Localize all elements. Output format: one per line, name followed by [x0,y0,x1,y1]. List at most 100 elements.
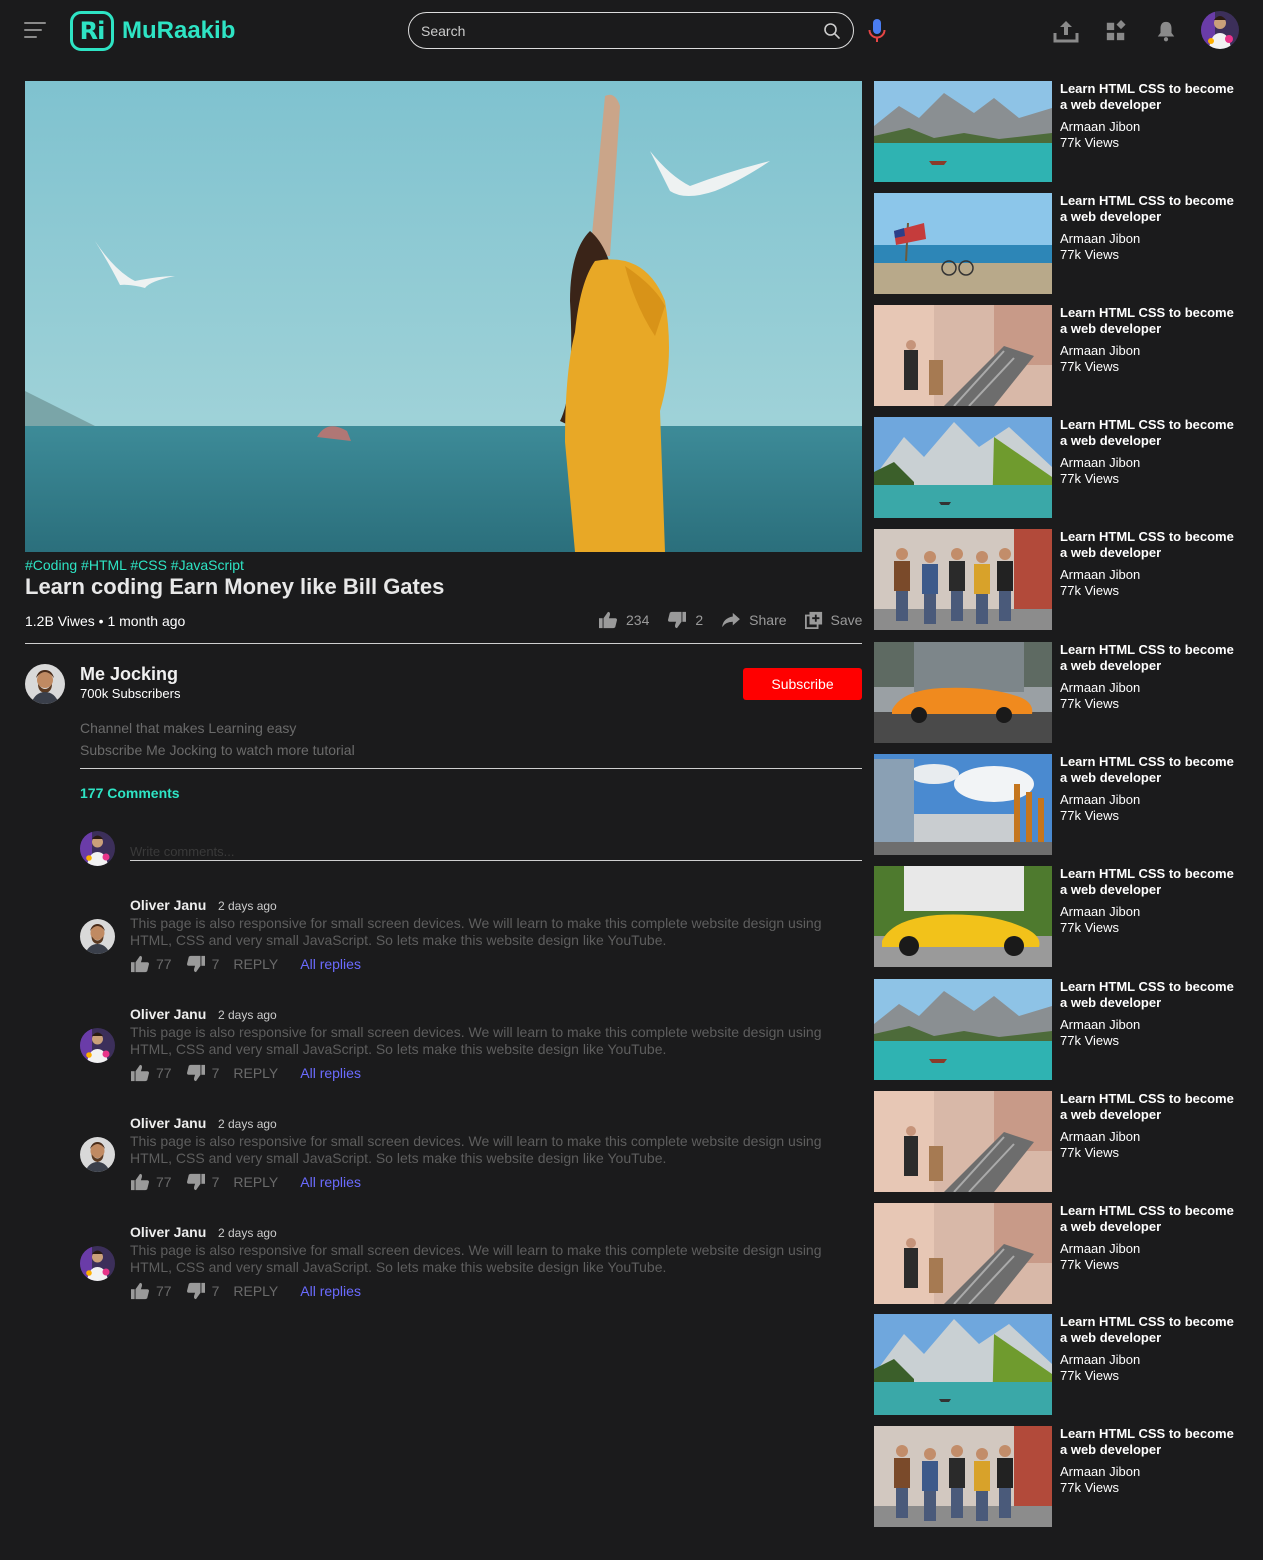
video-player[interactable] [25,81,862,552]
side-video-item[interactable]: Learn HTML CSS to become a web developer… [874,305,1244,406]
comment: Oliver Janu 2 days ago This page is also… [80,1115,862,1215]
comment-like-count: 77 [156,1174,172,1190]
video-thumbnail[interactable] [874,193,1052,294]
side-video-item[interactable]: Learn HTML CSS to become a web developer… [874,193,1244,294]
side-video-item[interactable]: Learn HTML CSS to become a web developer… [874,1091,1244,1192]
comment: Oliver Janu 2 days ago This page is also… [80,897,862,997]
video-thumbnail[interactable] [874,529,1052,630]
side-video-channel: Armaan Jibon [1060,455,1141,470]
share-button[interactable]: Share [721,612,787,628]
video-thumbnail[interactable] [874,754,1052,855]
side-video-title[interactable]: Learn HTML CSS to become a web developer [1060,754,1244,786]
video-thumbnail[interactable] [874,1426,1052,1527]
apps-icon[interactable] [1100,15,1132,47]
side-video-channel: Armaan Jibon [1060,1464,1141,1479]
channel-avatar[interactable] [25,664,65,704]
comment-author[interactable]: Oliver Janu [130,1115,206,1131]
dislike-button[interactable]: 2 [667,611,703,629]
reply-button[interactable]: REPLY [233,956,278,972]
all-replies-link[interactable]: All replies [300,956,361,972]
comment-actions: 77 7 REPLY All replies [130,1064,361,1082]
comment-text: This page is also responsive for small s… [130,915,822,948]
video-thumbnail[interactable] [874,866,1052,967]
tag-link[interactable]: #HTML [81,557,126,573]
side-video-title[interactable]: Learn HTML CSS to become a web developer [1060,193,1244,225]
tag-link[interactable]: #Coding [25,557,77,573]
comment-dislike-button[interactable]: 7 [186,1282,219,1300]
all-replies-link[interactable]: All replies [300,1174,361,1190]
side-video-item[interactable]: Learn HTML CSS to become a web developer… [874,979,1244,1080]
side-video-title[interactable]: Learn HTML CSS to become a web developer [1060,1426,1244,1458]
side-video-item[interactable]: Learn HTML CSS to become a web developer… [874,529,1244,630]
tag-link[interactable]: #JavaScript [171,557,244,573]
reply-button[interactable]: REPLY [233,1283,278,1299]
side-video-title[interactable]: Learn HTML CSS to become a web developer [1060,81,1244,113]
video-thumbnail[interactable] [874,1314,1052,1415]
video-thumbnail[interactable] [874,81,1052,182]
dislike-count: 2 [695,612,704,628]
comment-author[interactable]: Oliver Janu [130,1224,206,1240]
comment-input[interactable] [130,843,862,861]
commenter-avatar[interactable] [80,1028,115,1063]
all-replies-link[interactable]: All replies [300,1283,361,1299]
side-video-title[interactable]: Learn HTML CSS to become a web developer [1060,305,1244,337]
tag-link[interactable]: #CSS [130,557,167,573]
commenter-avatar[interactable] [80,1246,115,1281]
comment-author[interactable]: Oliver Janu [130,897,206,913]
comment-like-button[interactable]: 77 [130,1282,172,1300]
side-video-title[interactable]: Learn HTML CSS to become a web developer [1060,866,1244,898]
comment-dislike-button[interactable]: 7 [186,955,219,973]
user-avatar[interactable] [1201,11,1239,49]
side-video-views: 77k Views [1060,696,1120,711]
side-video-title[interactable]: Learn HTML CSS to become a web developer [1060,1203,1244,1235]
comment-like-button[interactable]: 77 [130,1064,172,1082]
side-video-item[interactable]: Learn HTML CSS to become a web developer… [874,1203,1244,1304]
video-thumbnail[interactable] [874,1203,1052,1304]
side-video-title[interactable]: Learn HTML CSS to become a web developer [1060,1091,1244,1123]
side-video-item[interactable]: Learn HTML CSS to become a web developer… [874,754,1244,855]
like-button[interactable]: 234 [598,611,649,629]
search-icon[interactable] [823,22,841,40]
comments-count: 177 Comments [80,785,180,801]
side-video-item[interactable]: Learn HTML CSS to become a web developer… [874,417,1244,518]
search-box [408,12,854,49]
comment-author[interactable]: Oliver Janu [130,1006,206,1022]
search-input[interactable] [421,22,823,39]
side-video-item[interactable]: Learn HTML CSS to become a web developer… [874,1426,1244,1527]
side-video-item[interactable]: Learn HTML CSS to become a web developer… [874,642,1244,743]
commenter-avatar[interactable] [80,919,115,954]
video-thumbnail[interactable] [874,305,1052,406]
video-thumbnail[interactable] [874,979,1052,1080]
side-video-item[interactable]: Learn HTML CSS to become a web developer… [874,866,1244,967]
side-video-item[interactable]: Learn HTML CSS to become a web developer… [874,81,1244,182]
top-navbar: Ri MuRaakib [0,0,1263,62]
notification-bell-icon[interactable] [1150,15,1182,47]
side-video-title[interactable]: Learn HTML CSS to become a web developer [1060,642,1244,674]
side-video-title[interactable]: Learn HTML CSS to become a web developer [1060,529,1244,561]
microphone-icon[interactable] [866,18,888,44]
reply-button[interactable]: REPLY [233,1065,278,1081]
comment-dislike-count: 7 [211,1174,220,1190]
commenter-avatar[interactable] [80,1137,115,1172]
reply-button[interactable]: REPLY [233,1174,278,1190]
all-replies-link[interactable]: All replies [300,1065,361,1081]
logo[interactable]: Ri MuRaakib [70,10,235,52]
subscribe-button[interactable]: Subscribe [743,668,862,700]
video-thumbnail[interactable] [874,417,1052,518]
thumbs-up-icon [599,611,617,629]
side-video-item[interactable]: Learn HTML CSS to become a web developer… [874,1314,1244,1415]
comment-dislike-button[interactable]: 7 [186,1173,220,1191]
comment-like-button[interactable]: 77 [130,1173,172,1191]
side-video-views: 77k Views [1060,1033,1120,1048]
upload-icon[interactable] [1050,15,1082,47]
channel-name[interactable]: Me Jocking [80,664,178,685]
comment-dislike-button[interactable]: 7 [186,1064,219,1082]
side-video-title[interactable]: Learn HTML CSS to become a web developer [1060,979,1244,1011]
side-video-title[interactable]: Learn HTML CSS to become a web developer [1060,417,1244,449]
video-thumbnail[interactable] [874,1091,1052,1192]
video-thumbnail[interactable] [874,642,1052,743]
comment-like-button[interactable]: 77 [130,955,172,973]
menu-icon[interactable] [24,22,48,40]
side-video-title[interactable]: Learn HTML CSS to become a web developer [1060,1314,1244,1346]
save-button[interactable]: Save [804,611,862,629]
